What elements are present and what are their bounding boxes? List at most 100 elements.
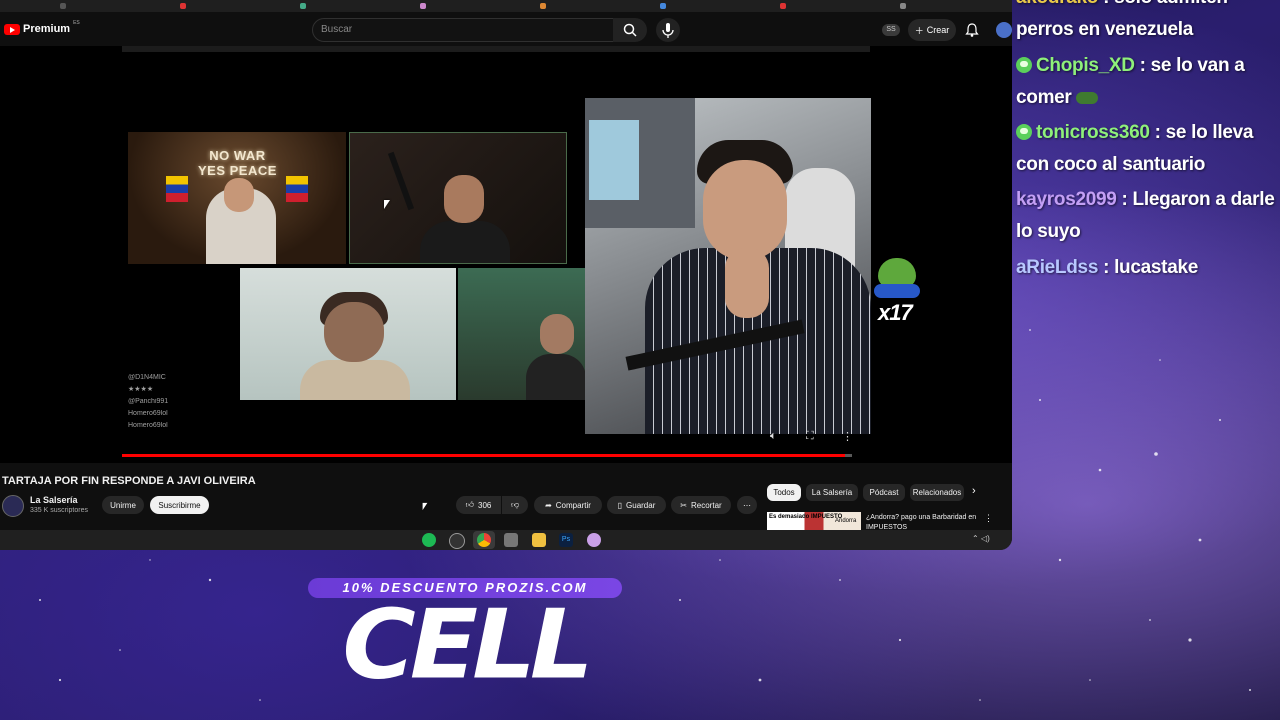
stream-app-icon[interactable]: [449, 533, 465, 549]
tab-icon[interactable]: [420, 3, 426, 9]
search-placeholder: Buscar: [321, 24, 353, 35]
channel-avatar[interactable]: [2, 495, 24, 517]
search-input[interactable]: Buscar: [312, 18, 614, 42]
video-title: TARTAJA POR FIN RESPONDE A JAVI OLIVEIRA: [2, 475, 256, 487]
promo-headline: CELL: [342, 588, 593, 701]
join-button[interactable]: Unirme: [102, 496, 144, 514]
app-icon[interactable]: [504, 533, 518, 547]
create-label: Crear: [926, 25, 950, 35]
recommended-title[interactable]: ¿Andorra? pago una Barbaridad en IMPUEST…: [866, 513, 978, 529]
player-controls: 🔈︎ ⛶ ⋮: [770, 430, 860, 446]
tab-icon[interactable]: [780, 3, 786, 9]
chat-message: akodrako : solo admiten perros en venezu…: [1016, 0, 1278, 46]
video-player[interactable]: NO WAR YES PEACE @D1N4MIC ★★★★ @Panchi99…: [0, 46, 1012, 463]
thumbs-up-icon: 👍︎: [465, 500, 474, 509]
notifications-bell-icon[interactable]: [964, 22, 980, 38]
webcam-panel-warroom: NO WAR YES PEACE: [128, 132, 346, 264]
tab-icon[interactable]: [660, 3, 666, 9]
monitor: [589, 120, 639, 200]
create-button[interactable]: ＋ Crear: [908, 19, 956, 41]
webcam-panel-shelf: [458, 268, 585, 400]
clip-button[interactable]: ✂ Recortar: [671, 496, 731, 514]
save-button[interactable]: ▯ Guardar: [607, 496, 666, 514]
emote-counter: x17: [878, 300, 913, 325]
chat-text: : lucastake: [1098, 257, 1198, 278]
scissors-icon: ✂: [680, 500, 687, 510]
progress-bar[interactable]: [122, 454, 852, 457]
system-tray[interactable]: ⌃ ◁): [972, 534, 990, 543]
tab-icon[interactable]: [180, 3, 186, 9]
like-count: 306: [478, 500, 492, 510]
overlay-chat-line: @D1N4MIC: [128, 374, 166, 381]
microphone-icon: [662, 23, 674, 38]
subscribe-button[interactable]: Suscribirme: [150, 496, 209, 514]
chip-related[interactable]: Relacionados: [910, 484, 964, 501]
volume-icon[interactable]: 🔈︎: [770, 430, 777, 443]
webcam-panel-studio: [349, 132, 567, 264]
venezuela-flag: [166, 176, 188, 202]
more-actions-button[interactable]: ⋯: [737, 496, 757, 514]
tab-icon[interactable]: [540, 3, 546, 9]
overlay-chat-line: Homero69lol: [128, 410, 168, 417]
tab-icon[interactable]: [900, 3, 906, 9]
frog-emote-icon: [1075, 92, 1098, 104]
more-options-icon[interactable]: ⋮: [842, 430, 853, 443]
thumb-text: Es demasiado IMPUESTO: [769, 514, 843, 520]
chat-message: tonicross360 : se lo lleva con coco al s…: [1016, 117, 1278, 181]
chevron-right-icon[interactable]: ›: [972, 485, 976, 497]
overlay-chat-line: @Panchi991: [128, 398, 169, 405]
webcam-panel-kitchen: [240, 268, 456, 400]
streamer-hand: [725, 248, 769, 318]
bookmark-icon: ▯: [617, 500, 623, 510]
folder-icon[interactable]: [532, 533, 546, 547]
chat-username[interactable]: aRieLdss: [1016, 257, 1098, 278]
spotify-icon[interactable]: [422, 533, 436, 547]
voice-search-button[interactable]: [656, 18, 680, 42]
clip-label: Recortar: [691, 500, 722, 510]
browser-tab-strip[interactable]: [0, 0, 1012, 12]
chip-channel[interactable]: La Salsería: [806, 484, 858, 501]
tab-icon[interactable]: [60, 3, 66, 9]
stream-chat-overlay: @D1N4MIC ★★★★ @Panchi991 Homero69lol Hom…: [128, 372, 168, 432]
logo-text: Premium: [23, 23, 71, 35]
search-button[interactable]: [613, 18, 647, 42]
chip-podcast[interactable]: Pódcast: [863, 484, 905, 501]
webcam-panel-main: [585, 98, 871, 434]
chat-username[interactable]: akodrako: [1016, 0, 1098, 8]
streamer-body: [300, 360, 410, 400]
channel-name[interactable]: La Salsería: [30, 495, 78, 505]
subscriber-badge-icon: [1016, 124, 1032, 140]
youtube-premium-logo[interactable]: Premium ES: [4, 20, 80, 35]
browser-window: Premium ES Buscar SS ＋ Crear NO WAR YES …: [0, 0, 1012, 550]
mouse-cursor: [422, 502, 428, 511]
recommended-thumbnail[interactable]: Es demasiado IMPUESTO Andorra: [767, 512, 861, 530]
youtube-header: Premium ES Buscar SS ＋ Crear: [0, 14, 1012, 46]
account-avatar[interactable]: [996, 22, 1012, 38]
overlay-chat-line: Homero69lol: [128, 422, 168, 429]
plus-icon: ＋: [914, 25, 924, 36]
youtube-play-icon: [4, 23, 20, 35]
recommended-more-icon[interactable]: ⋮: [984, 513, 993, 524]
like-button[interactable]: 👍︎ 306: [456, 496, 501, 514]
streamer-head: [324, 302, 384, 362]
logo-region: ES: [73, 20, 80, 26]
header-badge[interactable]: SS: [882, 24, 900, 36]
mouse-cursor: [384, 200, 390, 209]
streamer-head: [224, 178, 254, 212]
photoshop-icon[interactable]: Ps: [559, 533, 573, 547]
stream-chat: akodrako : solo admiten perros en venezu…: [1016, 0, 1280, 300]
chip-all[interactable]: Todos: [767, 484, 801, 501]
chat-username[interactable]: tonicross360: [1036, 122, 1150, 143]
fullscreen-icon[interactable]: ⛶: [806, 430, 814, 443]
dislike-button[interactable]: 👎︎: [502, 496, 528, 514]
ellipsis-icon: ⋯: [743, 500, 751, 510]
stream-top-strip: [122, 46, 870, 52]
app-icon[interactable]: [587, 533, 601, 547]
share-button[interactable]: ➦ Compartir: [534, 496, 602, 514]
tab-icon[interactable]: [300, 3, 306, 9]
chrome-icon[interactable]: [477, 533, 491, 547]
chat-message: kayros2099 : Llegaron a darle lo suyo: [1016, 184, 1278, 248]
chat-username[interactable]: Chopis_XD: [1036, 55, 1135, 76]
channel-subscribers: 335 K suscriptores: [30, 507, 88, 514]
chat-username[interactable]: kayros2099: [1016, 189, 1117, 210]
